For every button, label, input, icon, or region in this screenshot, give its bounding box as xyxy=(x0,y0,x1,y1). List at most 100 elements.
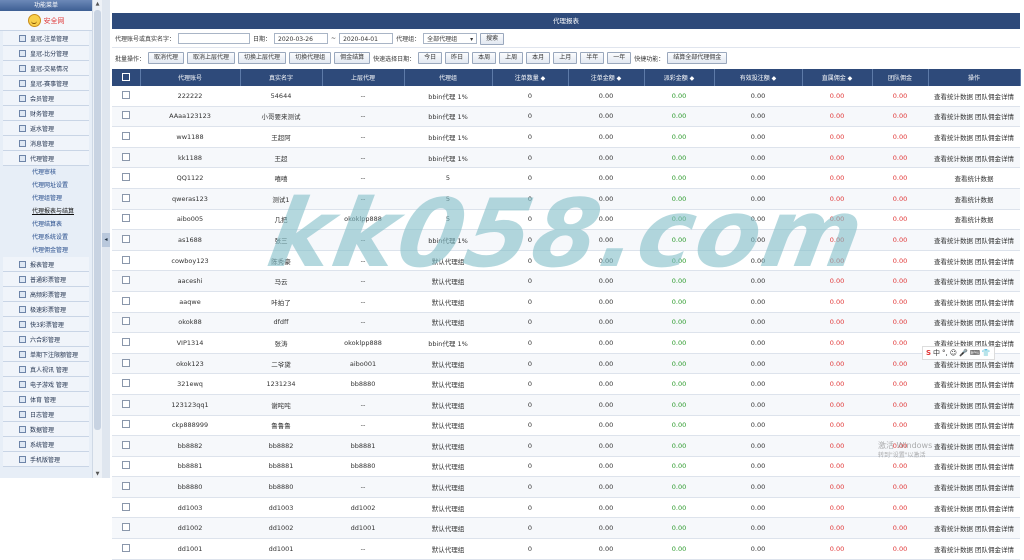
sidebar-menu-item[interactable]: 日志管理 xyxy=(3,407,89,422)
row-actions[interactable]: 查看统计数据 团队佣金详情 xyxy=(928,291,1020,313)
row-checkbox[interactable] xyxy=(122,502,130,511)
row-checkbox[interactable] xyxy=(122,234,130,243)
row-actions[interactable]: 查看统计数据 xyxy=(928,167,1020,189)
sidebar-menu-item[interactable]: 报表管理 xyxy=(3,257,89,272)
date-to-input[interactable]: 2020-04-01 xyxy=(339,33,394,44)
sidebar-menu-item[interactable]: 数据管理 xyxy=(3,422,89,437)
quick-date-button[interactable]: 本月 xyxy=(526,52,551,64)
row-checkbox[interactable] xyxy=(122,90,130,99)
row-checkbox[interactable] xyxy=(122,296,130,305)
sidebar-menu-item[interactable]: 单期下注限额管理 xyxy=(3,347,89,362)
row-actions[interactable]: 查看统计数据 团队佣金详情 xyxy=(928,126,1020,148)
row-checkbox[interactable] xyxy=(122,214,130,223)
sidebar-menu-item[interactable]: 消息管理 xyxy=(3,136,89,151)
quick-date-button[interactable]: 一年 xyxy=(607,52,632,64)
row-actions[interactable]: 查看统计数据 xyxy=(928,188,1020,210)
sidebar-menu-item[interactable]: 手机版管理 xyxy=(3,452,89,467)
ime-icon[interactable]: 👕 xyxy=(982,349,991,357)
row-checkbox[interactable] xyxy=(122,173,130,182)
row-actions[interactable]: 查看统计数据 团队佣金详情 xyxy=(928,86,1020,107)
quick-date-button[interactable]: 今日 xyxy=(418,52,443,64)
column-header[interactable]: 派彩金额 ◆ xyxy=(644,69,715,86)
sidebar-menu-item[interactable]: 极速彩票管理 xyxy=(3,302,89,317)
search-button[interactable]: 搜索 xyxy=(480,32,505,45)
row-checkbox[interactable] xyxy=(122,152,130,161)
row-actions[interactable]: 查看统计数据 团队佣金详情 xyxy=(928,270,1020,292)
row-checkbox[interactable] xyxy=(122,337,130,346)
select-all-header[interactable] xyxy=(112,69,141,86)
row-checkbox[interactable] xyxy=(122,482,130,491)
batch-action-button[interactable]: 取消代理 xyxy=(148,52,185,64)
row-checkbox[interactable] xyxy=(122,358,130,367)
sidebar-subitem[interactable]: 代理报表与结算 xyxy=(0,205,92,218)
sidebar-menu-item[interactable]: 系统管理 xyxy=(3,437,89,452)
date-from-input[interactable]: 2020-03-26 xyxy=(274,33,329,44)
quick-date-button[interactable]: 本周 xyxy=(472,52,497,64)
batch-action-button[interactable]: 切换代理组 xyxy=(289,52,332,64)
row-actions[interactable]: 查看统计数据 团队佣金详情 xyxy=(928,517,1020,540)
row-actions[interactable]: 查看统计数据 团队佣金详情 xyxy=(928,250,1020,272)
row-checkbox[interactable] xyxy=(122,276,130,285)
ime-icon[interactable]: ⌨ xyxy=(970,349,980,357)
sidebar-menu-item[interactable]: 高频彩票管理 xyxy=(3,287,89,302)
settle-all-button[interactable]: 结算全部代理佣金 xyxy=(667,52,728,64)
row-checkbox[interactable] xyxy=(122,523,130,532)
scroll-down-arrow-icon[interactable]: ▼ xyxy=(94,470,101,478)
row-checkbox[interactable] xyxy=(122,399,130,408)
sidebar-menu-item[interactable]: 返水管理 xyxy=(3,121,89,136)
sidebar-menu-item[interactable]: 皇冠-比分管理 xyxy=(3,46,89,61)
row-actions[interactable]: 查看统计数据 团队佣金详情 xyxy=(928,476,1020,498)
sidebar-collapse-bar[interactable]: ◂ xyxy=(102,0,110,478)
group-select[interactable]: 全部代理组 ▾ xyxy=(423,33,478,44)
row-checkbox[interactable] xyxy=(122,440,130,449)
ime-icon[interactable]: °, xyxy=(942,349,948,357)
sidebar-subitem[interactable]: 代理结算表 xyxy=(0,218,92,231)
row-actions[interactable]: 查看统计数据 团队佣金详情 xyxy=(928,538,1020,560)
collapse-arrow-icon[interactable]: ◂ xyxy=(102,233,110,247)
row-actions[interactable]: 查看统计数据 团队佣金详情 xyxy=(928,147,1020,169)
row-checkbox[interactable] xyxy=(122,461,130,470)
row-actions[interactable]: 查看统计数据 团队佣金详情 xyxy=(928,415,1020,437)
sidebar-menu-item[interactable]: 真人视讯 管理 xyxy=(3,362,89,377)
row-checkbox[interactable] xyxy=(122,317,130,326)
sidebar-menu-item[interactable]: 快3彩票管理 xyxy=(3,317,89,332)
quick-date-button[interactable]: 昨日 xyxy=(445,52,470,64)
row-actions[interactable]: 查看统计数据 团队佣金详情 xyxy=(928,456,1020,478)
quick-date-button[interactable]: 半年 xyxy=(580,52,605,64)
quick-date-button[interactable]: 上月 xyxy=(553,52,578,64)
sidebar-subitem[interactable]: 代理网址设置 xyxy=(0,179,92,192)
row-checkbox[interactable] xyxy=(122,111,130,120)
column-header[interactable]: 有效投注额 ◆ xyxy=(714,69,803,86)
ime-icon[interactable]: S xyxy=(926,349,931,357)
row-checkbox[interactable] xyxy=(122,379,130,388)
ime-icon[interactable]: ☺ xyxy=(950,349,957,357)
column-header[interactable]: 注单金额 ◆ xyxy=(568,69,645,86)
sidebar-menu-item[interactable]: 六合彩管理 xyxy=(3,332,89,347)
column-header[interactable]: 注单数量 ◆ xyxy=(492,69,569,86)
ime-toolbar[interactable]: S 中 °, ☺ 🎤 ⌨ 👕 xyxy=(922,346,995,360)
sidebar-menu-item[interactable]: 普通彩票管理 xyxy=(3,272,89,287)
row-actions[interactable]: 查看统计数据 团队佣金详情 xyxy=(928,435,1020,457)
ime-icon[interactable]: 🎤 xyxy=(959,349,968,357)
ime-icon[interactable]: 中 xyxy=(933,348,940,358)
sidebar-menu-item[interactable]: 会员管理 xyxy=(3,91,89,106)
select-all-checkbox[interactable] xyxy=(121,72,130,81)
sidebar-menu-item[interactable]: 财务管理 xyxy=(3,106,89,121)
quick-date-button[interactable]: 上周 xyxy=(499,52,524,64)
column-header[interactable]: 直属佣金 ◆ xyxy=(802,69,873,86)
row-actions[interactable]: 查看统计数据 团队佣金详情 xyxy=(928,373,1020,395)
row-actions[interactable]: 查看统计数据 团队佣金详情 xyxy=(928,394,1020,416)
row-actions[interactable]: 查看统计数据 xyxy=(928,209,1020,231)
sidebar-subitem[interactable]: 代理系统设置 xyxy=(0,231,92,244)
row-actions[interactable]: 查看统计数据 团队佣金详情 xyxy=(928,106,1020,128)
row-actions[interactable]: 查看统计数据 团队佣金详情 xyxy=(928,497,1020,519)
row-actions[interactable]: 查看统计数据 团队佣金详情 xyxy=(928,312,1020,334)
row-actions[interactable]: 查看统计数据 团队佣金详情 xyxy=(928,229,1020,251)
sidebar-subitem[interactable]: 代理佣金管理 xyxy=(0,244,92,257)
row-checkbox[interactable] xyxy=(122,420,130,429)
sidebar-menu-item[interactable]: 皇冠-交易情况 xyxy=(3,61,89,76)
row-checkbox[interactable] xyxy=(122,255,130,264)
batch-action-button[interactable]: 佣金结算 xyxy=(334,52,371,64)
row-checkbox[interactable] xyxy=(122,131,130,140)
scroll-up-arrow-icon[interactable]: ▲ xyxy=(94,0,101,8)
